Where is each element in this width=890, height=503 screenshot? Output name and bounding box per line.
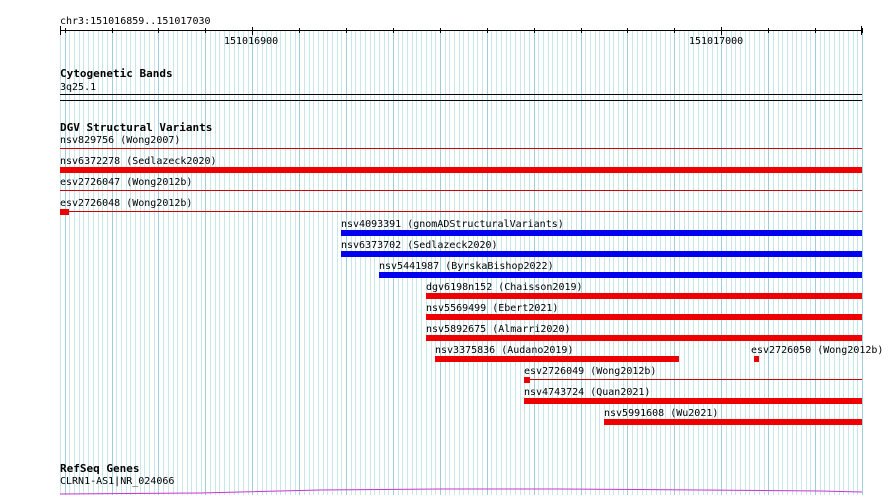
ruler-tick [440, 28, 441, 33]
dgv-feature-bar[interactable] [426, 314, 862, 320]
ruler-tick [674, 28, 675, 33]
dgv-feature-label[interactable]: esv2726050 (Wong2012b) [751, 345, 883, 356]
ruler-tick-label: 151016900 [224, 36, 279, 47]
ruler-tick [112, 28, 113, 33]
dgv-feature-bar[interactable] [426, 293, 862, 299]
ruler-tick [487, 28, 488, 33]
dgv-feature-label[interactable]: nsv4093391 (gnomADStructuralVariants) [341, 219, 564, 230]
dgv-feature-label[interactable]: nsv3375836 (Audano2019) [435, 345, 573, 356]
dgv-feature-label[interactable]: nsv5991608 (Wu2021) [604, 408, 718, 419]
dgv-feature-label[interactable]: nsv6372278 (Sedlazeck2020) [60, 156, 217, 167]
ruler-tick [205, 28, 206, 33]
dgv-feature-label[interactable]: esv2726049 (Wong2012b) [524, 366, 656, 377]
dgv-feature-label[interactable]: nsv4743724 (Quan2021) [524, 387, 650, 398]
cytoband-band[interactable] [60, 94, 862, 95]
dgv-feature-line[interactable] [60, 211, 862, 212]
dgv-feature-bar[interactable] [754, 356, 759, 362]
dgv-feature-bar[interactable] [60, 167, 862, 173]
ruler-tick [534, 28, 535, 33]
ruler-tick [768, 28, 769, 33]
dgv-feature-bar[interactable] [435, 356, 679, 362]
dgv-feature-marker[interactable] [524, 377, 530, 383]
dgv-feature-label[interactable]: nsv5892675 (Almarri2020) [426, 324, 571, 335]
dgv-feature-label[interactable]: esv2726047 (Wong2012b) [60, 177, 192, 188]
refseq-track-title: RefSeq Genes [60, 462, 140, 475]
dgv-feature-label[interactable]: nsv6373702 (Sedlazeck2020) [341, 240, 498, 251]
track-separator [60, 100, 862, 101]
cytoband-track-title: Cytogenetic Bands [60, 67, 173, 80]
dgv-feature-bar[interactable] [604, 419, 862, 425]
refseq-gene-feature[interactable] [0, 485, 890, 503]
ruler-left-end [60, 26, 61, 35]
dgv-feature-bar[interactable] [426, 335, 862, 341]
ruler-tick [65, 28, 66, 33]
ruler-tick [252, 27, 253, 35]
dgv-track-title: DGV Structural Variants [60, 121, 213, 134]
ruler-tick [627, 28, 628, 33]
ruler-tick [346, 28, 347, 33]
ruler-tick [721, 27, 722, 35]
ruler-tick [299, 28, 300, 33]
dgv-feature-bar[interactable] [379, 272, 862, 278]
dgv-feature-label[interactable]: nsv829756 (Wong2007) [60, 135, 180, 146]
ruler-tick [393, 28, 394, 33]
region-label: chr3:151016859..151017030 [60, 16, 211, 27]
dgv-feature-line[interactable] [60, 190, 862, 191]
dgv-feature-line[interactable] [524, 379, 862, 380]
cytoband-label[interactable]: 3q25.1 [60, 82, 96, 93]
dgv-feature-label[interactable]: dgv6198n152 (Chaisson2019) [426, 282, 583, 293]
ruler-line [60, 30, 862, 31]
dgv-feature-label[interactable]: esv2726048 (Wong2012b) [60, 198, 192, 209]
dgv-feature-line[interactable] [60, 148, 862, 149]
dgv-feature-label[interactable]: nsv5569499 (Ebert2021) [426, 303, 558, 314]
dgv-feature-bar[interactable] [341, 230, 862, 236]
dgv-feature-marker[interactable] [60, 209, 69, 215]
ruler-tick [581, 28, 582, 33]
dgv-feature-bar[interactable] [524, 398, 862, 404]
ruler-tick [815, 28, 816, 33]
ruler-tick [862, 28, 863, 33]
ruler-tick-label: 151017000 [689, 36, 744, 47]
dgv-feature-label[interactable]: nsv5441987 (ByrskaBishop2022) [379, 261, 554, 272]
dgv-feature-bar[interactable] [341, 251, 862, 257]
ruler-tick [158, 28, 159, 33]
